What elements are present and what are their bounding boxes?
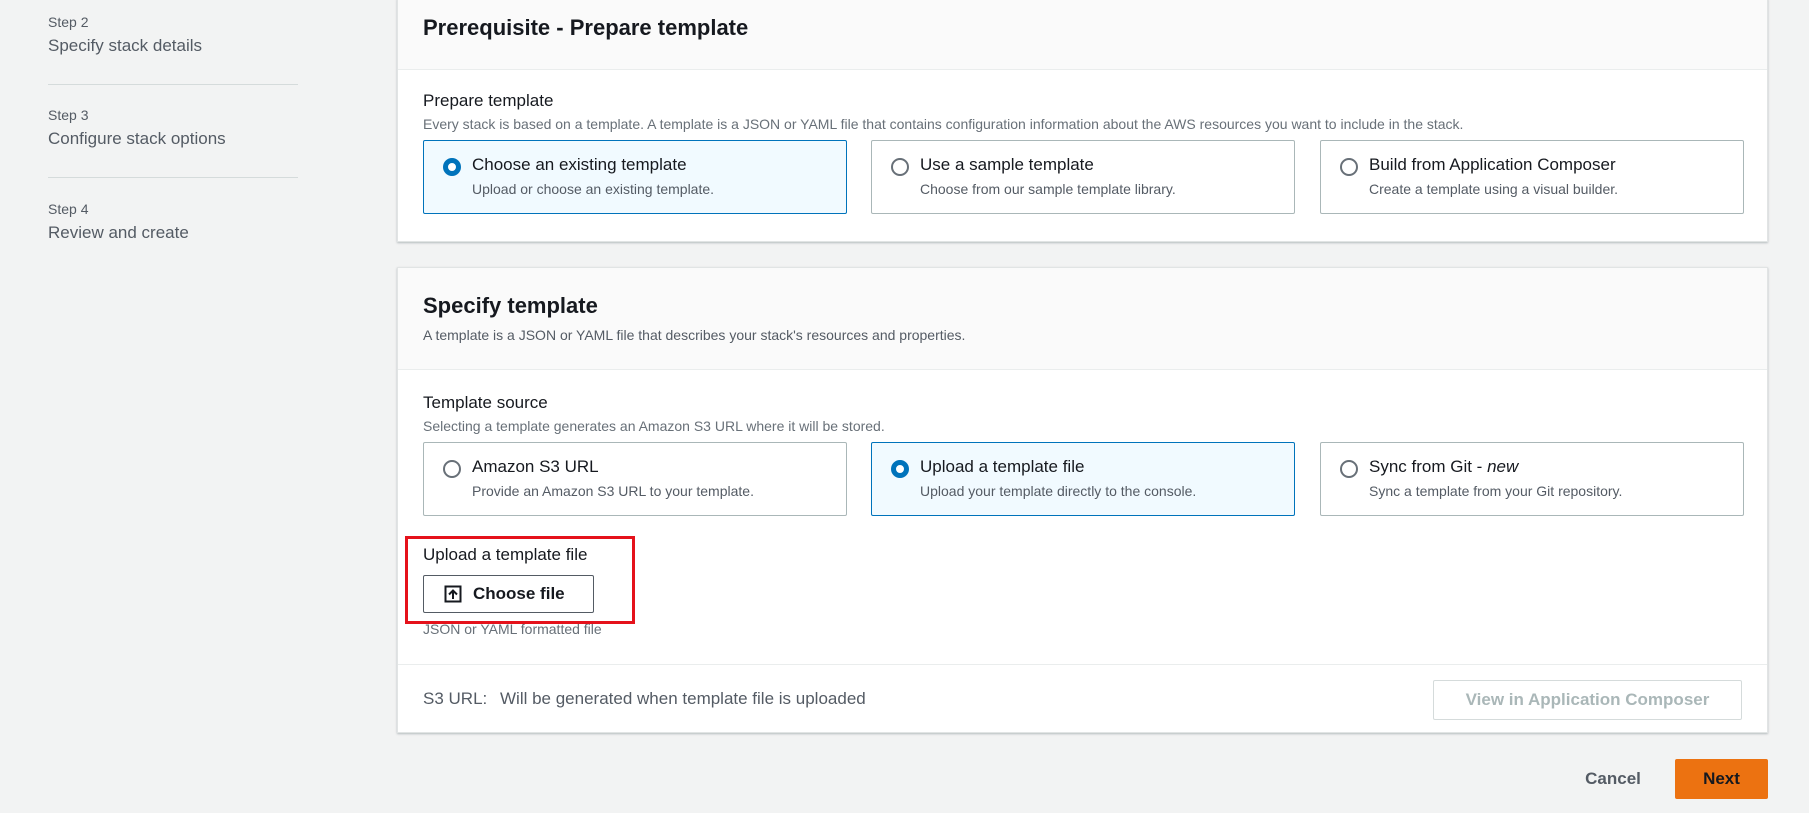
option-title: Upload a template file [920, 457, 1085, 476]
option-title: Sync from Git - new [1369, 457, 1518, 477]
divider [398, 664, 1767, 665]
option-title: Amazon S3 URL [472, 457, 599, 476]
prepare-template-description: Every stack is based on a template. A te… [423, 116, 1464, 132]
option-title-text: Sync from Git - [1369, 457, 1488, 476]
step-title[interactable]: Specify stack details [48, 36, 298, 56]
specify-template-description: A template is a JSON or YAML file that d… [423, 327, 966, 343]
option-title: Choose an existing template [472, 155, 687, 174]
radio-button[interactable] [1340, 460, 1358, 478]
step-title[interactable]: Configure stack options [48, 129, 298, 149]
radio-button-selected[interactable] [443, 158, 461, 176]
option-title: Use a sample template [920, 155, 1094, 174]
s3-url-value: Will be generated when template file is … [500, 689, 866, 708]
option-description: Provide an Amazon S3 URL to your templat… [472, 483, 754, 499]
radio-button-selected[interactable] [891, 460, 909, 478]
option-description: Upload your template directly to the con… [920, 483, 1197, 499]
annotation-highlight-box [405, 536, 635, 624]
option-title: Build from Application Composer [1369, 155, 1616, 174]
specify-template-panel: Specify template A template is a JSON or… [397, 267, 1768, 733]
template-source-label: Template source [423, 393, 548, 412]
prerequisite-panel-header: Prerequisite - Prepare template [398, 0, 1767, 70]
prepare-template-label: Prepare template [423, 91, 554, 110]
option-description: Create a template using a visual builder… [1369, 181, 1619, 197]
option-description: Choose from our sample template library. [920, 181, 1176, 197]
radio-button[interactable] [891, 158, 909, 176]
step-number: Step 3 [48, 107, 89, 123]
step-4[interactable]: Step 4 Review and create [48, 201, 298, 261]
step-number: Step 2 [48, 14, 89, 30]
radio-button[interactable] [443, 460, 461, 478]
template-source-options: Amazon S3 URL Provide an Amazon S3 URL t… [423, 442, 1745, 516]
option-build-from-application-composer[interactable]: Build from Application Composer Create a… [1320, 140, 1744, 214]
option-amazon-s3-url[interactable]: Amazon S3 URL Provide an Amazon S3 URL t… [423, 442, 847, 516]
step-3[interactable]: Step 3 Configure stack options [48, 107, 298, 178]
template-source-description: Selecting a template generates an Amazon… [423, 418, 885, 434]
option-upload-template-file[interactable]: Upload a template file Upload your templ… [871, 442, 1295, 516]
s3-url-label: S3 URL: [423, 689, 488, 708]
view-in-application-composer-button[interactable]: View in Application Composer [1433, 680, 1742, 720]
next-button[interactable]: Next [1675, 759, 1768, 799]
option-choose-existing-template[interactable]: Choose an existing template Upload or ch… [423, 140, 847, 214]
step-number: Step 4 [48, 201, 89, 217]
step-2[interactable]: Step 2 Specify stack details [48, 14, 298, 85]
prerequisite-panel: Prerequisite - Prepare template Prepare … [397, 0, 1768, 242]
new-badge-text: new [1487, 457, 1519, 476]
radio-button[interactable] [1340, 158, 1358, 176]
option-sync-from-git[interactable]: Sync from Git - new Sync a template from… [1320, 442, 1744, 516]
option-description: Upload or choose an existing template. [472, 181, 715, 197]
option-use-sample-template[interactable]: Use a sample template Choose from our sa… [871, 140, 1295, 214]
specify-template-panel-header: Specify template A template is a JSON or… [398, 268, 1767, 370]
prerequisite-panel-title: Prerequisite - Prepare template [423, 15, 749, 40]
step-title[interactable]: Review and create [48, 223, 298, 243]
cancel-button[interactable]: Cancel [1563, 760, 1663, 798]
option-description: Sync a template from your Git repository… [1369, 483, 1623, 499]
specify-template-panel-title: Specify template [423, 293, 598, 318]
prepare-template-options: Choose an existing template Upload or ch… [423, 140, 1745, 214]
